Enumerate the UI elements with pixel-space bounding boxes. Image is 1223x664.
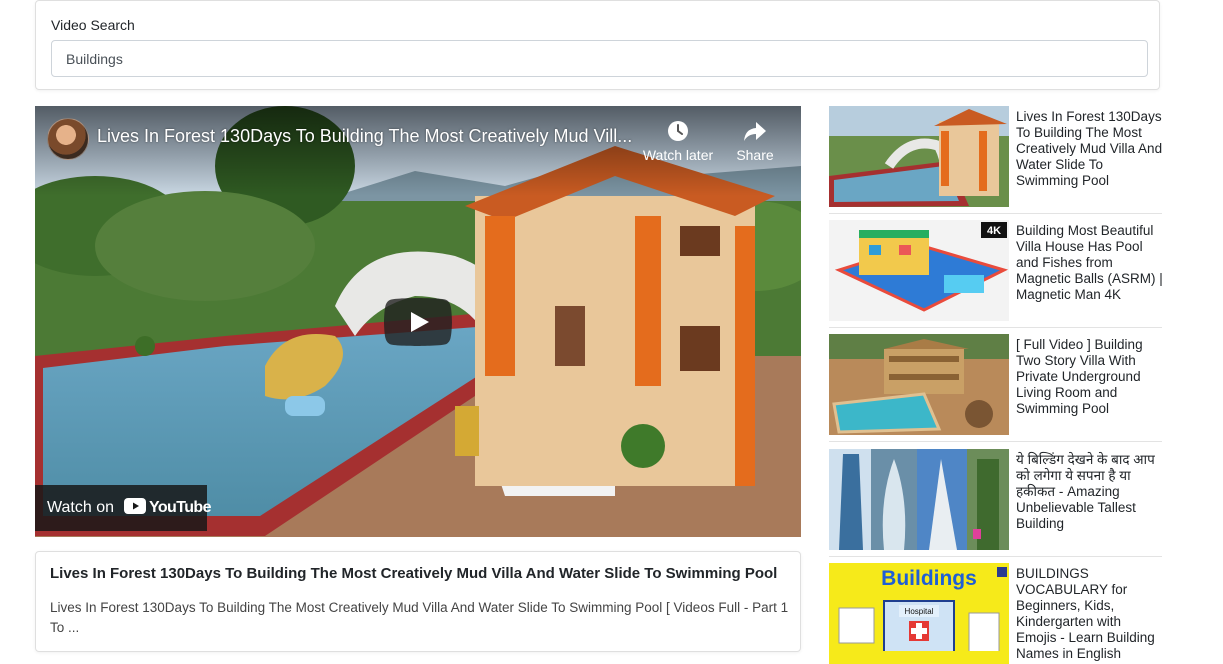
video-details-title: Lives In Forest 130Days To Building The … [50,565,778,582]
watch-later-label: Watch later [642,147,714,163]
player-video-title[interactable]: Lives In Forest 130Days To Building The … [97,126,637,147]
related-thumb-4k-badge: 4K [987,225,1001,237]
video-details-description: Lives In Forest 130Days To Building The … [50,600,789,635]
related-video-title[interactable]: Lives In Forest 130Days To Building The … [1016,109,1164,189]
related-divider [829,213,1162,214]
related-divider [829,327,1162,328]
related-video-title[interactable]: BUILDINGS VOCABULARY for Beginners, Kids… [1016,566,1164,662]
related-video-thumbnail[interactable] [829,106,1009,207]
video-search-input[interactable] [51,40,1148,77]
video-search-label: Video Search [51,17,135,33]
related-video-item[interactable]: Buildings Hospital BUILDINGS VOCABULARY … [829,563,1164,664]
watch-on-label: Watch on [47,499,114,516]
related-video-thumbnail[interactable] [829,334,1009,435]
related-video-title[interactable]: ये बिल्डिंग देखने के बाद आप को लगेगा ये … [1016,452,1164,532]
youtube-logo-icon [124,498,146,514]
related-divider [829,441,1162,442]
related-video-item[interactable]: ये बिल्डिंग देखने के बाद आप को लगेगा ये … [829,449,1164,557]
related-video-item[interactable]: Lives In Forest 130Days To Building The … [829,106,1164,214]
share-label: Share [736,147,774,163]
play-button[interactable] [384,298,452,346]
watch-on-youtube-button[interactable]: Watch on YouTube [35,485,211,531]
related-divider [829,556,1162,557]
related-video-item[interactable]: [ Full Video ] Building Two Story Villa … [829,334,1164,442]
video-details-card: Lives In Forest 130Days To Building The … [35,551,801,652]
video-player[interactable]: Lives In Forest 130Days To Building The … [35,106,801,537]
related-video-title[interactable]: [ Full Video ] Building Two Story Villa … [1016,337,1164,417]
clock-icon [668,121,688,141]
related-video-item[interactable]: 4K Building Most Beautiful Villa House H… [829,220,1164,328]
channel-avatar[interactable] [47,118,89,160]
related-video-title[interactable]: Building Most Beautiful Villa House Has … [1016,223,1164,303]
watch-later-button[interactable]: Watch later [638,119,718,163]
video-search-card: Video Search [35,0,1160,90]
related-video-thumbnail[interactable]: Buildings Hospital [829,563,1009,664]
related-thumb-text: Buildings [881,567,977,590]
related-video-thumbnail[interactable] [829,449,1009,550]
youtube-wordmark: YouTube [149,499,211,516]
share-button[interactable]: Share [730,119,780,163]
related-video-thumbnail[interactable]: 4K [829,220,1009,321]
related-thumb-sign: Hospital [905,607,934,616]
share-arrow-icon [744,122,766,141]
